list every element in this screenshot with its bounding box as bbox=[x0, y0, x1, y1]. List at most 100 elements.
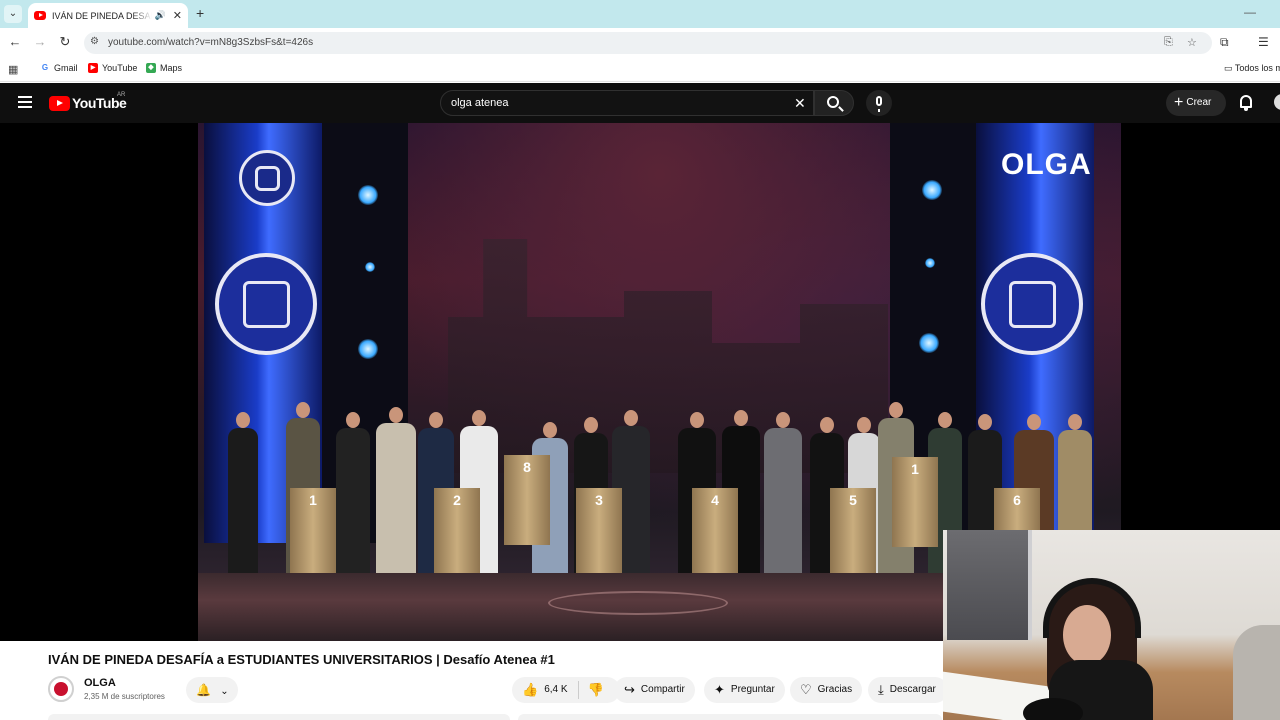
webcam-overlay bbox=[943, 530, 1280, 720]
thanks-button[interactable]: ♡ Gracias bbox=[790, 677, 863, 703]
address-url[interactable]: youtube.com/watch?v=mN8g3SzbsFs&t=426s bbox=[108, 37, 313, 48]
like-thumb-icon[interactable]: 👍 bbox=[522, 677, 538, 703]
youtube-logo[interactable]: YouTube bbox=[49, 95, 127, 111]
tab-close-icon[interactable]: ✕ bbox=[173, 9, 182, 22]
voice-search-button[interactable] bbox=[866, 90, 892, 116]
ask-button[interactable]: ✦ Preguntar bbox=[704, 677, 785, 703]
headset-icon bbox=[1043, 578, 1141, 638]
comments-box-edge[interactable] bbox=[518, 714, 942, 720]
browser-tab-active[interactable]: IVÁN DE PINEDA DESAFÍA a ESTUDIANTES UNI… bbox=[28, 3, 188, 28]
all-bookmarks-folder[interactable]: ▭ Todos los m bbox=[1224, 63, 1280, 74]
download-arrow-icon: ⤓ bbox=[878, 682, 884, 697]
menu-hamburger-icon[interactable] bbox=[18, 96, 32, 108]
like-count[interactable]: 6,4 K bbox=[544, 677, 567, 703]
create-label: Crear bbox=[1186, 97, 1212, 108]
sparkle-icon: ✦ bbox=[714, 682, 725, 697]
tab-title: IVÁN DE PINEDA DESAFÍA a ESTUDIANTES UNI… bbox=[52, 10, 152, 21]
plus-icon: + bbox=[1174, 94, 1184, 111]
search-input[interactable]: olga atenea ✕ bbox=[440, 90, 814, 116]
podium: 1 bbox=[290, 488, 336, 578]
share-arrow-icon: ↪ bbox=[624, 682, 635, 697]
contestant bbox=[228, 412, 258, 578]
google-g-icon: G bbox=[41, 63, 49, 72]
podium: 8 bbox=[504, 455, 550, 545]
webcam-window-background bbox=[947, 530, 1032, 640]
extensions-puzzle-icon[interactable]: ⧉ bbox=[1220, 35, 1229, 50]
share-label: Compartir bbox=[640, 684, 685, 695]
podium-number: 3 bbox=[595, 492, 603, 508]
podium-number: 1 bbox=[911, 461, 919, 477]
podium: 5 bbox=[830, 488, 876, 578]
download-label: Descargar bbox=[889, 684, 936, 695]
bookmark-gmail[interactable]: G Gmail bbox=[40, 63, 78, 73]
notifications-bell-icon[interactable] bbox=[1240, 95, 1252, 111]
stage-light bbox=[925, 258, 935, 268]
subscription-bell-button[interactable]: 🔔 ⌄ bbox=[186, 677, 238, 703]
youtube-header: YouTube AR olga atenea ✕ + Crear bbox=[0, 83, 1280, 123]
install-app-icon[interactable]: ⎘ bbox=[1164, 36, 1173, 49]
back-arrow-icon[interactable]: ← bbox=[6, 34, 24, 49]
youtube-favicon-icon bbox=[34, 11, 46, 20]
podium-number: 2 bbox=[453, 492, 461, 508]
bookmark-label: Gmail bbox=[54, 63, 78, 73]
bookmark-star-icon[interactable]: ☆ bbox=[1187, 36, 1197, 49]
stage-light bbox=[922, 180, 942, 200]
stage-light bbox=[365, 262, 375, 272]
microphone-icon bbox=[876, 96, 882, 112]
new-tab-plus-icon[interactable]: + bbox=[196, 5, 204, 21]
description-box-edge[interactable] bbox=[48, 714, 510, 720]
contestant bbox=[336, 412, 370, 578]
desafio-atenea-seal-right bbox=[981, 253, 1083, 355]
forward-arrow-icon[interactable]: → bbox=[31, 34, 49, 49]
bookmarks-bar: ▦ G Gmail ▶ YouTube ◆ Maps ▭ Todos los m bbox=[0, 58, 1280, 82]
browser-toolbar: ← → ↻ ⚙ youtube.com/watch?v=mN8g3SzbsFs&… bbox=[0, 28, 1280, 58]
page: ⌄ IVÁN DE PINEDA DESAFÍA a ESTUDIANTES U… bbox=[0, 0, 1280, 720]
podium: 4 bbox=[692, 488, 738, 578]
bookmark-label: Maps bbox=[160, 63, 183, 73]
podium-number: 4 bbox=[711, 492, 719, 508]
address-bar[interactable]: ⚙ youtube.com/watch?v=mN8g3SzbsFs&t=426s… bbox=[84, 32, 1212, 54]
olga-watermark: OLGA bbox=[1001, 148, 1092, 181]
channel-avatar[interactable] bbox=[48, 676, 74, 702]
search-query[interactable]: olga atenea bbox=[451, 97, 509, 109]
seal-emblem bbox=[1008, 280, 1056, 328]
site-info-icon[interactable]: ⚙ bbox=[90, 36, 99, 47]
channel-subscribers: 2,35 M de suscriptores bbox=[84, 692, 165, 701]
tab-search-chevron-icon[interactable]: ⌄ bbox=[4, 5, 22, 23]
ask-label: Preguntar bbox=[730, 684, 775, 695]
contestant bbox=[764, 412, 802, 578]
podium-number: 1 bbox=[309, 492, 317, 508]
search-clear-icon[interactable]: ✕ bbox=[794, 95, 806, 112]
channel-name[interactable]: OLGA bbox=[84, 677, 116, 689]
folder-icon: ▭ bbox=[1224, 63, 1233, 73]
create-button[interactable]: + Crear bbox=[1166, 90, 1226, 116]
seal-emblem bbox=[254, 165, 280, 191]
seal-emblem bbox=[242, 280, 290, 328]
apps-grid-icon[interactable]: ▦ bbox=[8, 63, 18, 76]
search-button[interactable] bbox=[814, 90, 854, 116]
account-avatar[interactable] bbox=[1274, 94, 1280, 110]
dislike-thumb-icon[interactable]: 👎 bbox=[588, 677, 604, 703]
region-code: AR bbox=[117, 92, 126, 98]
download-button[interactable]: ⤓ Descargar bbox=[868, 677, 948, 703]
chevron-down-icon: ⌄ bbox=[220, 686, 229, 697]
desafio-atenea-seal-left bbox=[215, 253, 317, 355]
contestant bbox=[376, 407, 416, 578]
podium-number: 8 bbox=[523, 459, 531, 475]
webcam-chair bbox=[1233, 625, 1280, 720]
share-button[interactable]: ↪ Compartir bbox=[614, 677, 695, 703]
bookmark-youtube[interactable]: ▶ YouTube bbox=[88, 63, 137, 73]
window-minimize-icon[interactable]: — bbox=[1244, 5, 1256, 19]
bookmark-maps[interactable]: ◆ Maps bbox=[146, 63, 182, 73]
desafio-atenea-seal-small bbox=[239, 150, 295, 206]
stage-light bbox=[919, 333, 939, 353]
bookmark-label: YouTube bbox=[102, 63, 138, 73]
stage-light bbox=[358, 339, 378, 359]
browser-tabstrip: ⌄ IVÁN DE PINEDA DESAFÍA a ESTUDIANTES U… bbox=[0, 0, 1280, 28]
reading-list-icon[interactable]: ☰ bbox=[1258, 35, 1269, 49]
speaker-icon[interactable]: 🔊 bbox=[155, 10, 166, 21]
like-dislike-group: 👍 6,4 K 👎 bbox=[512, 677, 620, 703]
search-icon bbox=[827, 96, 839, 108]
bell-icon: 🔔 bbox=[196, 683, 211, 697]
reload-icon[interactable]: ↻ bbox=[56, 34, 74, 50]
